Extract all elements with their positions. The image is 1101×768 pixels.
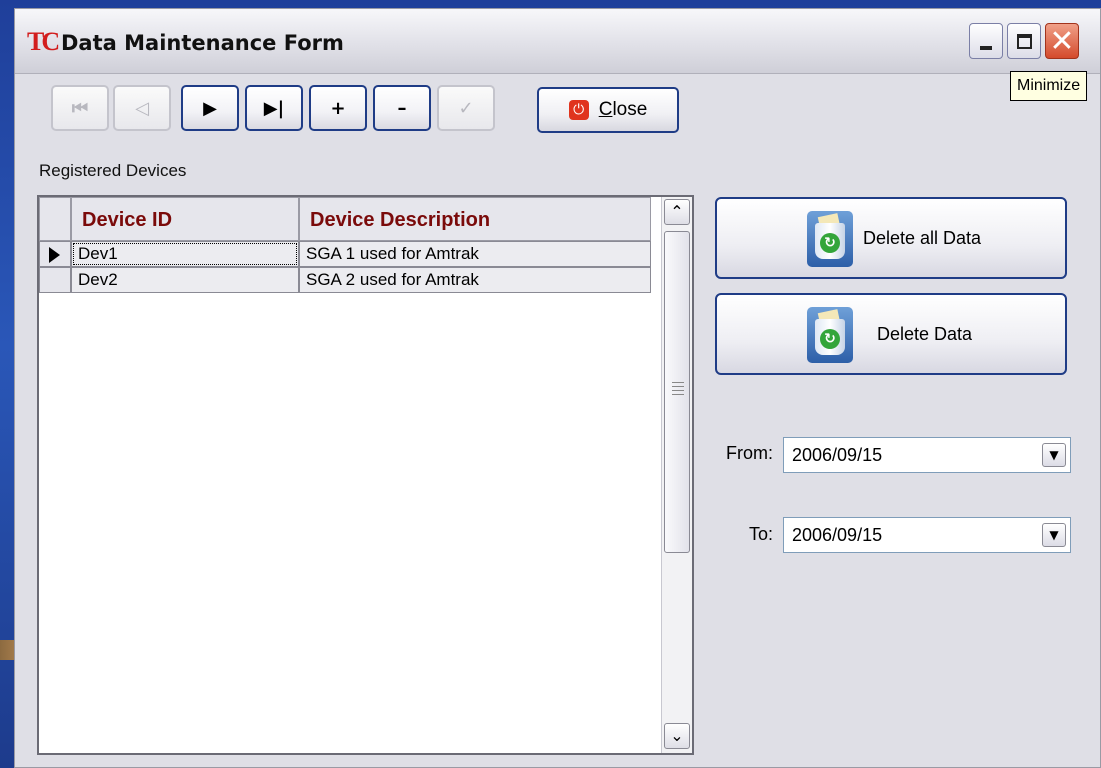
window-title: Data Maintenance Form bbox=[61, 31, 344, 55]
cell-device-description[interactable]: SGA 2 used for Amtrak bbox=[299, 267, 651, 293]
minimize-tooltip: Minimize bbox=[1010, 71, 1088, 101]
last-record-button[interactable]: ▶| bbox=[245, 85, 303, 131]
power-off-icon: ⏻ bbox=[568, 100, 589, 120]
recycle-bin-icon: ↻ bbox=[807, 211, 853, 267]
row-indicator-header bbox=[39, 197, 71, 241]
registered-devices-label: Registered Devices bbox=[39, 161, 187, 180]
next-record-button[interactable]: ▶ bbox=[181, 85, 239, 131]
cell-device-description[interactable]: SGA 1 used for Amtrak bbox=[299, 241, 651, 267]
column-header-device-description[interactable]: Device Description bbox=[299, 197, 651, 241]
from-date-picker[interactable]: 2006/09/15 ▼ bbox=[783, 437, 1071, 473]
post-record-button[interactable]: ✓ bbox=[437, 85, 495, 131]
first-record-button[interactable]: ⏮ bbox=[51, 85, 109, 131]
scroll-down-button[interactable]: ⌄ bbox=[664, 723, 690, 749]
checkmark-icon: ✓ bbox=[458, 97, 474, 119]
close-button-label: Close bbox=[598, 99, 648, 120]
minimize-button[interactable] bbox=[969, 23, 1003, 59]
prior-record-icon: ◁ bbox=[135, 97, 149, 119]
row-indicator[interactable] bbox=[39, 267, 71, 293]
table-row[interactable]: Dev2 SGA 2 used for Amtrak bbox=[39, 267, 651, 293]
title-bar[interactable]: TC Data Maintenance Form ✕ bbox=[15, 9, 1100, 74]
recycle-icon: ↻ bbox=[820, 329, 840, 349]
cell-device-id[interactable]: Dev1 bbox=[71, 241, 299, 267]
from-date-value[interactable]: 2006/09/15 bbox=[792, 438, 882, 472]
vertical-scrollbar[interactable]: ⌃ ⌄ bbox=[661, 197, 692, 753]
current-row-arrow-icon bbox=[49, 247, 60, 263]
to-date-value[interactable]: 2006/09/15 bbox=[792, 518, 882, 552]
to-label: To: bbox=[748, 524, 773, 544]
grid-header: Device ID Device Description bbox=[39, 197, 651, 241]
scroll-thumb[interactable] bbox=[664, 231, 690, 553]
maximize-button[interactable] bbox=[1007, 23, 1041, 59]
close-icon: ✕ bbox=[1049, 23, 1075, 59]
close-button[interactable]: ⏻ Close bbox=[537, 87, 679, 133]
delete-record-button[interactable]: – bbox=[373, 85, 431, 131]
last-record-icon: ▶| bbox=[263, 97, 285, 119]
delete-all-data-label: Delete all Data bbox=[863, 228, 982, 248]
cell-device-id[interactable]: Dev2 bbox=[71, 267, 299, 293]
plus-icon: + bbox=[330, 97, 346, 119]
insert-record-button[interactable]: + bbox=[309, 85, 367, 131]
recycle-bin-icon: ↻ bbox=[807, 307, 853, 363]
data-maintenance-window: TC Data Maintenance Form ✕ Minimize ⏮ ◁ … bbox=[14, 8, 1101, 768]
devices-grid[interactable]: Device ID Device Description Dev1 SGA 1 … bbox=[37, 195, 694, 755]
from-label: From: bbox=[726, 443, 773, 463]
row-indicator[interactable] bbox=[39, 241, 71, 267]
minimize-icon bbox=[980, 46, 992, 50]
table-row[interactable]: Dev1 SGA 1 used for Amtrak bbox=[39, 241, 651, 267]
to-date-dropdown-button[interactable]: ▼ bbox=[1042, 523, 1066, 547]
column-header-device-id[interactable]: Device ID bbox=[71, 197, 299, 241]
first-record-icon: ⏮ bbox=[71, 97, 89, 119]
next-record-icon: ▶ bbox=[203, 97, 217, 119]
scroll-up-button[interactable]: ⌃ bbox=[664, 199, 690, 225]
recycle-icon: ↻ bbox=[820, 233, 840, 253]
maximize-icon bbox=[1016, 33, 1032, 49]
chevron-down-icon: ⌄ bbox=[670, 726, 684, 745]
delete-data-label: Delete Data bbox=[877, 324, 973, 344]
delete-all-data-button[interactable]: ↻ Delete all Data bbox=[715, 197, 1067, 279]
chevron-down-icon: ▼ bbox=[1049, 528, 1059, 542]
grip-icon bbox=[672, 382, 684, 396]
minus-icon: – bbox=[397, 97, 407, 119]
app-logo-icon: TC bbox=[27, 27, 60, 56]
delete-data-button[interactable]: ↻ Delete Data bbox=[715, 293, 1067, 375]
chevron-up-icon: ⌃ bbox=[670, 202, 684, 221]
window-close-button[interactable]: ✕ bbox=[1045, 23, 1079, 59]
prior-record-button[interactable]: ◁ bbox=[113, 85, 171, 131]
chevron-down-icon: ▼ bbox=[1049, 448, 1059, 462]
to-date-picker[interactable]: 2006/09/15 ▼ bbox=[783, 517, 1071, 553]
from-date-dropdown-button[interactable]: ▼ bbox=[1042, 443, 1066, 467]
